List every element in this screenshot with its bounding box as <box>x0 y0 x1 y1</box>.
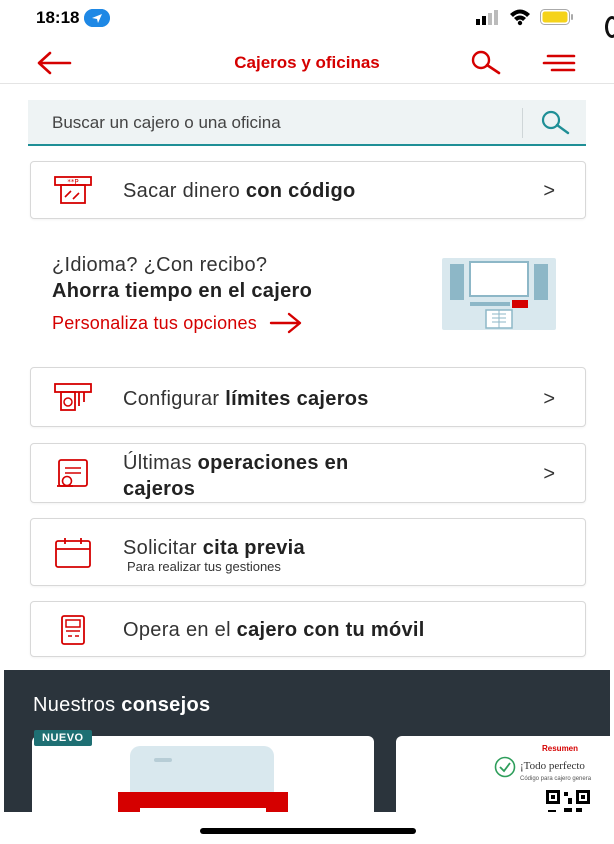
page-title: Cajeros y oficinas <box>234 53 380 72</box>
request-appointment-button[interactable]: Solicitar cita previa Para realizar tus … <box>30 518 586 586</box>
last-atm-operations-button[interactable]: Últimas operaciones en cajeros > <box>30 443 586 503</box>
battery-icon <box>540 9 573 25</box>
chevron-right-icon: > <box>543 388 555 410</box>
configure-atm-limits-button[interactable]: Configurar límites cajeros > <box>30 367 586 427</box>
card-label: Opera en el cajero con tu móvil <box>123 619 425 641</box>
atm-code-icon: **P <box>54 176 92 204</box>
wifi-icon <box>510 9 530 26</box>
tip-card-subtitle: Código para cajero genera <box>520 776 592 782</box>
atm-illustration <box>442 258 556 330</box>
status-time: 18:18 <box>36 8 80 27</box>
search-submit-icon[interactable] <box>538 108 572 138</box>
calendar-icon <box>55 538 91 568</box>
status-bar: 18:18 <box>0 0 614 40</box>
svg-text:**P: **P <box>67 178 78 186</box>
mobile-atm-operation-button[interactable]: Opera en el cajero con tu móvil <box>30 601 586 657</box>
tip-card-title: ¡Todo perfecto <box>520 760 585 772</box>
chevron-right-icon: > <box>543 463 555 485</box>
withdraw-with-code-button[interactable]: **P Sacar dinero con código > <box>30 161 586 219</box>
card-label: Sacar dinero con código <box>123 180 356 202</box>
location-icon <box>84 9 110 27</box>
new-badge: NUEVO <box>34 730 92 746</box>
signal-icon <box>476 10 498 25</box>
promo-headline: Ahorra tiempo en el cajero <box>52 280 313 302</box>
promo-link-label: Personaliza tus opciones <box>52 312 257 333</box>
promo-question: ¿Idioma? ¿Con recibo? <box>52 254 268 276</box>
personalize-options-link[interactable]: Personaliza tus opciones <box>52 312 303 334</box>
chevron-right-icon: > <box>543 180 555 202</box>
card-sublabel: Para realizar tus gestiones <box>127 559 281 574</box>
menu-icon[interactable] <box>540 51 580 75</box>
check-circle-icon <box>494 756 516 778</box>
home-indicator[interactable] <box>200 828 416 834</box>
app-bar: Cajeros y oficinas <box>0 42 614 84</box>
search-input[interactable]: Buscar un cajero o una oficina <box>28 100 586 146</box>
card-label: Configurar límites cajeros <box>123 388 369 410</box>
search-placeholder: Buscar un cajero o una oficina <box>52 113 281 132</box>
card-label: Últimas operaciones en cajeros <box>123 452 349 500</box>
search-divider <box>522 108 523 138</box>
search-icon[interactable] <box>469 49 503 77</box>
edge-glyph-icon <box>605 16 614 38</box>
atm-limit-icon <box>54 383 92 411</box>
card-label: Solicitar cita previa <box>123 537 305 559</box>
summary-label: Resumen <box>542 744 579 753</box>
mobile-atm-icon <box>61 615 85 645</box>
receipt-icon <box>57 459 88 487</box>
tips-title: Nuestros consejos <box>33 694 211 716</box>
arrow-right-icon <box>269 312 302 334</box>
